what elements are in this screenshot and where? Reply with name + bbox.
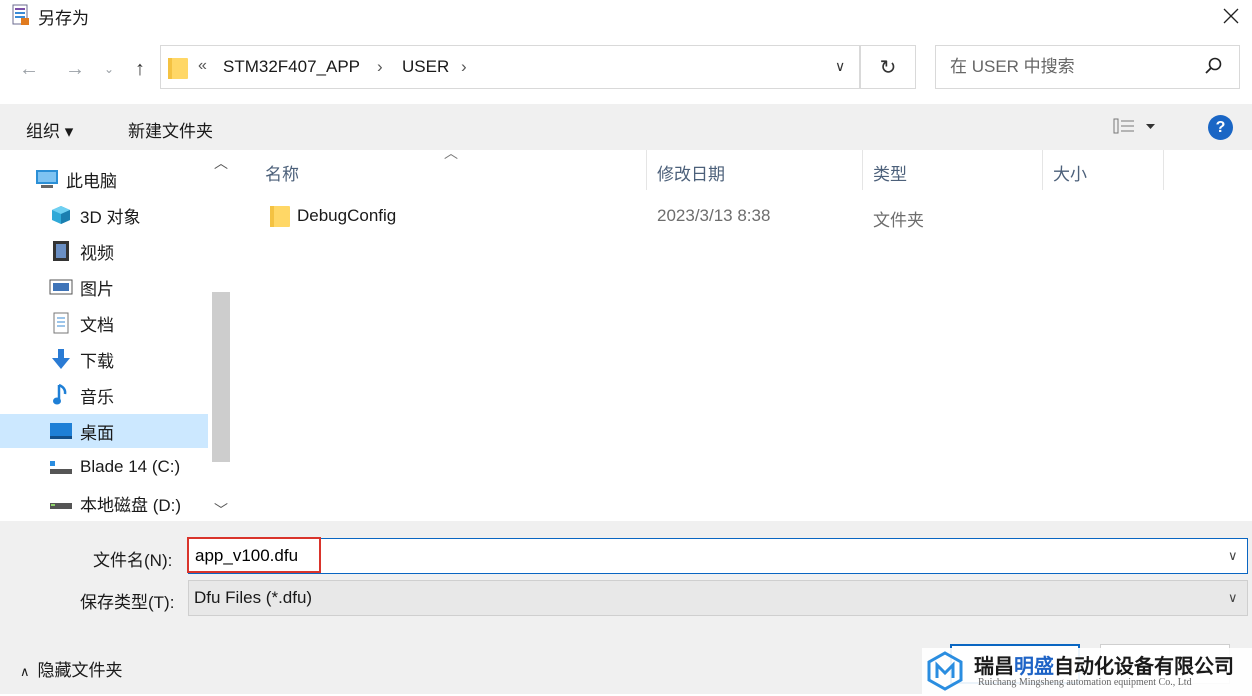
filetype-label: 保存类型(T): — [80, 593, 175, 612]
close-icon — [1223, 8, 1239, 24]
sidebar-item-label: 文档 — [80, 315, 114, 335]
chevron-down-icon: ⌄ — [103, 62, 115, 76]
desktop-icon — [48, 420, 74, 442]
pc-icon — [34, 168, 60, 190]
sidebar-item-label: 此电脑 — [66, 171, 117, 191]
picture-icon — [48, 276, 74, 298]
sidebar-item-label: 音乐 — [80, 387, 114, 407]
view-details-icon — [1113, 118, 1155, 134]
filename-input[interactable] — [193, 545, 1097, 567]
company-name: 瑞昌明盛自动化设备有限公司 — [974, 656, 1234, 678]
search-box[interactable] — [935, 45, 1240, 89]
video-icon — [48, 240, 74, 262]
arrow-right-icon: → — [65, 57, 85, 80]
drive-c-icon — [48, 456, 74, 478]
column-header-name[interactable]: 名称 — [265, 160, 299, 185]
search-icon[interactable] — [1204, 56, 1224, 81]
sidebar-item-label: 3D 对象 — [80, 207, 141, 227]
organize-menu[interactable]: 组织 ▾ — [26, 117, 73, 142]
view-options-button[interactable] — [1112, 116, 1156, 141]
refresh-icon: ↻ — [879, 56, 897, 79]
filename-combobox[interactable] — [188, 538, 1248, 574]
scroll-down-icon[interactable]: ﹀ — [214, 500, 228, 520]
sidebar-item-label: 本地磁盘 (D:) — [80, 495, 182, 515]
back-button[interactable]: ← — [14, 52, 44, 86]
sidebar-item-label: 桌面 — [80, 423, 114, 443]
forward-button[interactable]: → — [60, 52, 90, 86]
search-input[interactable] — [948, 56, 1182, 78]
drive-icon — [48, 492, 74, 514]
toolbar: 组织 ▾ 新建文件夹 ? — [0, 104, 1252, 150]
column-header-size[interactable]: 大小 — [1053, 160, 1087, 185]
breadcrumb-overflow[interactable]: « — [198, 57, 207, 75]
chevron-down-icon[interactable]: ∨ — [1228, 590, 1238, 606]
file-modified: 2023/3/13 8:38 — [657, 206, 771, 225]
cube-3d-icon — [48, 204, 74, 226]
sort-ascending-icon: ︿ — [444, 145, 458, 161]
column-header-modified[interactable]: 修改日期 — [657, 160, 725, 185]
column-divider[interactable] — [1042, 150, 1043, 190]
save-dialog-icon — [12, 4, 29, 25]
folder-icon — [168, 56, 188, 80]
folder-icon — [270, 204, 290, 233]
breadcrumb-item-stm32[interactable]: STM32F407_APP — [223, 57, 360, 77]
sidebar-item-desktop[interactable]: 桌面 — [0, 414, 208, 448]
scrollbar-thumb[interactable] — [212, 292, 230, 462]
filename-highlight-box — [187, 537, 321, 573]
sidebar-item-label: 视频 — [80, 243, 114, 263]
up-button[interactable]: ↑ — [126, 52, 154, 86]
help-button[interactable]: ? — [1208, 115, 1233, 140]
sidebar-item-label: Blade 14 (C:) — [80, 457, 181, 476]
scroll-up-icon[interactable]: ︿ — [214, 153, 228, 173]
arrow-up-icon: ↑ — [135, 57, 145, 80]
window-title: 另存为 — [38, 9, 89, 28]
document-icon — [48, 312, 74, 334]
sidebar-item-label: 图片 — [80, 279, 114, 299]
table-row[interactable]: DebugConfig 2023/3/13 8:38 文件夹 — [240, 198, 1240, 234]
recent-locations-button[interactable]: ⌄ — [100, 52, 118, 86]
music-icon — [48, 383, 74, 406]
column-divider[interactable] — [1163, 150, 1164, 190]
column-divider[interactable] — [646, 150, 647, 190]
arrow-left-icon: ← — [19, 57, 39, 80]
file-type: 文件夹 — [873, 211, 924, 230]
filetype-value: Dfu Files (*.dfu) — [194, 588, 313, 607]
sidebar-item-label: 下载 — [80, 351, 114, 371]
navigation-pane[interactable]: 此电脑 3D 对象 视频 图片 文档 下载 音乐 桌面 Blade 14 (C:… — [0, 150, 234, 521]
breadcrumb-item-user[interactable]: USER — [402, 57, 449, 77]
company-name-en: Ruichang Mingsheng automation equipment … — [978, 677, 1192, 688]
download-icon — [48, 348, 74, 370]
address-bar[interactable]: « STM32F407_APP › USER › ∨ — [160, 45, 860, 89]
breadcrumb-separator-icon[interactable]: › — [377, 57, 383, 77]
hide-folders-label: 隐藏文件夹 — [37, 661, 123, 680]
chevron-up-icon: ∧ — [20, 664, 30, 679]
filetype-select[interactable]: Dfu Files (*.dfu) — [188, 580, 1248, 616]
hide-folders-toggle[interactable]: ∧ 隐藏文件夹 — [20, 656, 123, 681]
address-dropdown-icon[interactable]: ∨ — [835, 58, 845, 75]
company-watermark: 瑞昌明盛自动化设备有限公司 Ruichang Mingsheng automat… — [922, 648, 1252, 694]
breadcrumb-separator-icon[interactable]: › — [461, 57, 467, 77]
new-folder-button[interactable]: 新建文件夹 — [128, 117, 213, 142]
filename-label: 文件名(N): — [93, 551, 173, 570]
file-name: DebugConfig — [297, 206, 397, 225]
chevron-down-icon[interactable]: ∨ — [1228, 548, 1238, 564]
refresh-button[interactable]: ↻ — [860, 45, 916, 89]
column-divider[interactable] — [862, 150, 863, 190]
column-header-type[interactable]: 类型 — [873, 160, 907, 185]
close-button[interactable] — [1210, 0, 1252, 32]
company-logo-icon — [925, 651, 965, 696]
title-bar: 另存为 — [0, 0, 1252, 32]
